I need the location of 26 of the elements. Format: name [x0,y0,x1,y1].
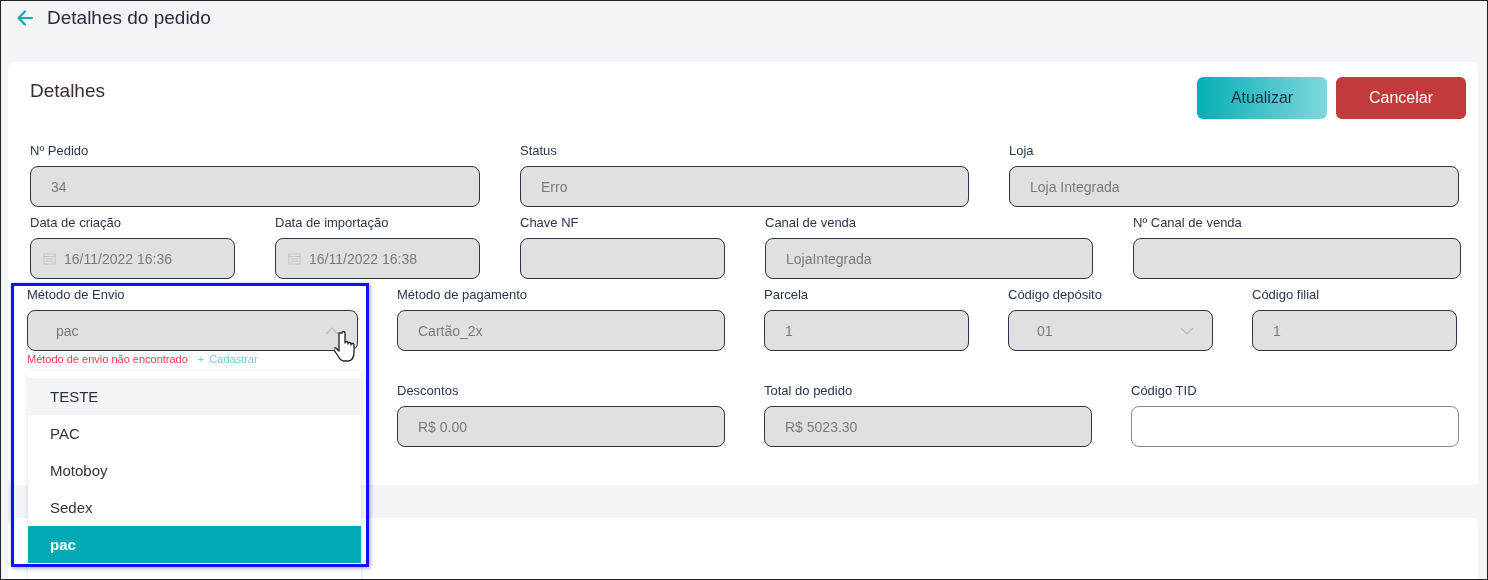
field-label: Status [520,143,558,159]
field-label: Chave NF [520,215,580,231]
field-label: Código filial [1252,287,1321,303]
calendar-icon [43,252,56,265]
field-label: Método de Envio [27,287,126,303]
field-label: Loja [1009,143,1035,159]
input-field[interactable] [1131,406,1459,447]
update-button[interactable]: Atualizar [1197,77,1327,119]
calendar-icon [288,252,301,265]
field-label: Código depósito [1008,287,1103,303]
back-arrow-icon[interactable] [15,8,35,28]
field-label: Total do pedido [764,383,854,399]
page-title: Detalhes do pedido [47,7,211,29]
card-title: Detalhes [30,80,105,102]
field-label: Nº Canal de venda [1133,215,1243,231]
field-label: Método de pagamento [397,287,529,303]
error-message: Método de envio não encontrado [27,353,188,367]
chevron-down-icon [1180,327,1194,335]
field-label: Descontos [397,383,460,399]
field-label: Parcela [764,287,810,303]
field-label: Data de importação [275,215,390,231]
field-label: Canal de venda [765,215,858,231]
field-label: Nº Pedido [30,143,90,159]
field-label: Código TID [1131,383,1198,399]
field-label: Data de criação [30,215,123,231]
cancel-button[interactable]: Cancelar [1336,77,1466,119]
